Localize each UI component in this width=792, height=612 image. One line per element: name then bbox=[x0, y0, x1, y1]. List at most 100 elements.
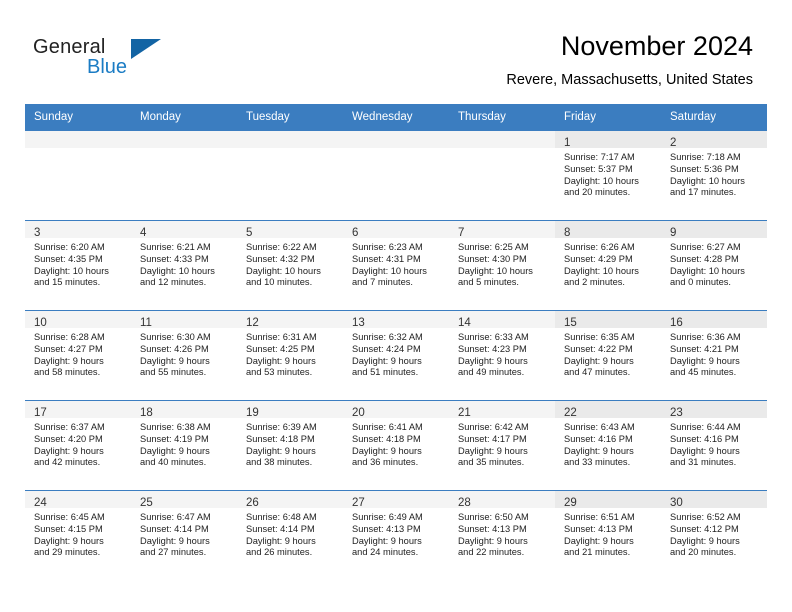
sunrise-text: Sunrise: 6:25 AM bbox=[458, 242, 529, 252]
day-number: 18 bbox=[140, 407, 153, 419]
sunrise-text: Sunrise: 6:38 AM bbox=[140, 422, 211, 432]
sunrise-text: Sunrise: 6:45 AM bbox=[34, 512, 105, 522]
day-cell[interactable]: 12 Sunrise: 6:31 AM Sunset: 4:25 PM Dayligh… bbox=[237, 310, 343, 400]
day-cell[interactable]: 3 Sunrise: 6:20 AM Sunset: 4:35 PM Daylight… bbox=[25, 220, 131, 310]
calendar-week-row: 3 Sunrise: 6:20 AM Sunset: 4:35 PM Daylight… bbox=[25, 220, 767, 310]
day-number: 1 bbox=[564, 137, 571, 149]
daylight-text-line2: and 55 minutes. bbox=[140, 367, 207, 378]
day-cell-empty bbox=[449, 130, 555, 220]
day-cell[interactable]: 25 Sunrise: 6:47 AM Sunset: 4:14 PM Dayligh… bbox=[131, 490, 237, 580]
daylight-text-line2: and 38 minutes. bbox=[246, 457, 313, 468]
sunset-text: Sunset: 4:22 PM bbox=[564, 343, 633, 354]
weekday-header-tuesday: Tuesday bbox=[237, 104, 343, 130]
daylight-text-line2: and 49 minutes. bbox=[458, 367, 525, 378]
day-number: 15 bbox=[564, 317, 577, 329]
sunrise-text: Sunrise: 6:44 AM bbox=[670, 422, 741, 432]
day-cell-empty bbox=[131, 130, 237, 220]
daylight-text-line2: and 20 minutes. bbox=[670, 547, 737, 558]
day-cell[interactable]: 2 Sunrise: 7:18 AM Sunset: 5:36 PM Daylight… bbox=[661, 130, 767, 220]
daylight-text-line2: and 0 minutes. bbox=[670, 277, 731, 288]
daylight-text-line1: Daylight: 10 hours bbox=[34, 265, 109, 276]
daylight-text-line1: Daylight: 9 hours bbox=[246, 445, 316, 456]
sunset-text: Sunset: 4:14 PM bbox=[140, 523, 209, 534]
sunrise-text: Sunrise: 6:26 AM bbox=[564, 242, 635, 252]
sunset-text: Sunset: 4:27 PM bbox=[34, 343, 103, 354]
day-cell[interactable]: 8 Sunrise: 6:26 AM Sunset: 4:29 PM Daylight… bbox=[555, 220, 661, 310]
day-cell[interactable]: 6 Sunrise: 6:23 AM Sunset: 4:31 PM Daylight… bbox=[343, 220, 449, 310]
weekday-header-row: Sunday Monday Tuesday Wednesday Thursday… bbox=[25, 104, 767, 130]
day-cell[interactable]: 18 Sunrise: 6:38 AM Sunset: 4:19 PM Dayligh… bbox=[131, 400, 237, 490]
day-cell[interactable]: 20 Sunrise: 6:41 AM Sunset: 4:18 PM Dayligh… bbox=[343, 400, 449, 490]
daylight-text-line1: Daylight: 9 hours bbox=[140, 355, 210, 366]
daylight-text-line2: and 31 minutes. bbox=[670, 457, 737, 468]
daylight-text-line1: Daylight: 10 hours bbox=[670, 265, 745, 276]
sunrise-text: Sunrise: 6:32 AM bbox=[352, 332, 423, 342]
day-cell[interactable]: 15 Sunrise: 6:35 AM Sunset: 4:22 PM Dayligh… bbox=[555, 310, 661, 400]
daylight-text-line2: and 21 minutes. bbox=[564, 547, 631, 558]
day-cell[interactable]: 16 Sunrise: 6:36 AM Sunset: 4:21 PM Dayligh… bbox=[661, 310, 767, 400]
day-cell[interactable]: 13 Sunrise: 6:32 AM Sunset: 4:24 PM Dayligh… bbox=[343, 310, 449, 400]
sunset-text: Sunset: 4:18 PM bbox=[246, 433, 315, 444]
day-cell[interactable]: 19 Sunrise: 6:39 AM Sunset: 4:18 PM Dayligh… bbox=[237, 400, 343, 490]
day-cell[interactable]: 4 Sunrise: 6:21 AM Sunset: 4:33 PM Daylight… bbox=[131, 220, 237, 310]
day-cell-empty bbox=[343, 130, 449, 220]
day-number: 8 bbox=[564, 227, 571, 239]
day-cell[interactable]: 7 Sunrise: 6:25 AM Sunset: 4:30 PM Daylight… bbox=[449, 220, 555, 310]
day-cell[interactable]: 24 Sunrise: 6:45 AM Sunset: 4:15 PM Dayligh… bbox=[25, 490, 131, 580]
daylight-text-line1: Daylight: 9 hours bbox=[34, 355, 104, 366]
daylight-text-line2: and 27 minutes. bbox=[140, 547, 207, 558]
sunset-text: Sunset: 4:13 PM bbox=[458, 523, 527, 534]
day-cell[interactable]: 28 Sunrise: 6:50 AM Sunset: 4:13 PM Dayligh… bbox=[449, 490, 555, 580]
sunset-text: Sunset: 4:35 PM bbox=[34, 253, 103, 264]
daylight-text-line2: and 47 minutes. bbox=[564, 367, 631, 378]
sunrise-text: Sunrise: 6:28 AM bbox=[34, 332, 105, 342]
sunrise-text: Sunrise: 6:27 AM bbox=[670, 242, 741, 252]
sunset-text: Sunset: 4:12 PM bbox=[670, 523, 739, 534]
daylight-text-line1: Daylight: 10 hours bbox=[352, 265, 427, 276]
day-number: 16 bbox=[670, 317, 683, 329]
day-number: 13 bbox=[352, 317, 365, 329]
daylight-text-line1: Daylight: 10 hours bbox=[246, 265, 321, 276]
page-subtitle: Revere, Massachusetts, United States bbox=[506, 72, 753, 88]
daylight-text-line2: and 26 minutes. bbox=[246, 547, 313, 558]
brand-logo[interactable]: General Blue bbox=[33, 36, 193, 86]
calendar-week-row: 24 Sunrise: 6:45 AM Sunset: 4:15 PM Dayligh… bbox=[25, 490, 767, 580]
day-cell[interactable]: 26 Sunrise: 6:48 AM Sunset: 4:14 PM Dayligh… bbox=[237, 490, 343, 580]
day-cell[interactable]: 21 Sunrise: 6:42 AM Sunset: 4:17 PM Dayligh… bbox=[449, 400, 555, 490]
day-cell[interactable]: 5 Sunrise: 6:22 AM Sunset: 4:32 PM Daylight… bbox=[237, 220, 343, 310]
day-cell[interactable]: 11 Sunrise: 6:30 AM Sunset: 4:26 PM Dayligh… bbox=[131, 310, 237, 400]
day-cell[interactable]: 1 Sunrise: 7:17 AM Sunset: 5:37 PM Daylight… bbox=[555, 130, 661, 220]
day-number: 5 bbox=[246, 227, 253, 239]
daylight-text-line1: Daylight: 10 hours bbox=[564, 265, 639, 276]
weekday-header-friday: Friday bbox=[555, 104, 661, 130]
daylight-text-line2: and 53 minutes. bbox=[246, 367, 313, 378]
day-cell[interactable]: 29 Sunrise: 6:51 AM Sunset: 4:13 PM Dayligh… bbox=[555, 490, 661, 580]
day-cell[interactable]: 9 Sunrise: 6:27 AM Sunset: 4:28 PM Daylight… bbox=[661, 220, 767, 310]
daylight-text-line2: and 42 minutes. bbox=[34, 457, 101, 468]
day-number: 29 bbox=[564, 497, 577, 509]
day-number: 20 bbox=[352, 407, 365, 419]
sunrise-text: Sunrise: 6:52 AM bbox=[670, 512, 741, 522]
sunrise-text: Sunrise: 6:23 AM bbox=[352, 242, 423, 252]
day-cell[interactable]: 23 Sunrise: 6:44 AM Sunset: 4:16 PM Dayligh… bbox=[661, 400, 767, 490]
daylight-text-line1: Daylight: 9 hours bbox=[140, 535, 210, 546]
day-cell[interactable]: 30 Sunrise: 6:52 AM Sunset: 4:12 PM Dayligh… bbox=[661, 490, 767, 580]
sunrise-text: Sunrise: 6:41 AM bbox=[352, 422, 423, 432]
weekday-header-monday: Monday bbox=[131, 104, 237, 130]
sunset-text: Sunset: 4:18 PM bbox=[352, 433, 421, 444]
day-cell[interactable]: 17 Sunrise: 6:37 AM Sunset: 4:20 PM Dayligh… bbox=[25, 400, 131, 490]
daylight-text-line2: and 35 minutes. bbox=[458, 457, 525, 468]
calendar-page: General Blue November 2024 Revere, Massa… bbox=[0, 0, 792, 612]
calendar-body: 1 Sunrise: 7:17 AM Sunset: 5:37 PM Daylight… bbox=[25, 130, 767, 580]
day-cell[interactable]: 22 Sunrise: 6:43 AM Sunset: 4:16 PM Dayligh… bbox=[555, 400, 661, 490]
sunset-text: Sunset: 4:13 PM bbox=[564, 523, 633, 534]
day-number: 28 bbox=[458, 497, 471, 509]
sunset-text: Sunset: 4:30 PM bbox=[458, 253, 527, 264]
day-cell[interactable]: 10 Sunrise: 6:28 AM Sunset: 4:27 PM Dayligh… bbox=[25, 310, 131, 400]
day-cell[interactable]: 14 Sunrise: 6:33 AM Sunset: 4:23 PM Dayligh… bbox=[449, 310, 555, 400]
calendar-week-row: 17 Sunrise: 6:37 AM Sunset: 4:20 PM Dayligh… bbox=[25, 400, 767, 490]
daylight-text-line2: and 12 minutes. bbox=[140, 277, 207, 288]
sunrise-text: Sunrise: 6:31 AM bbox=[246, 332, 317, 342]
day-cell[interactable]: 27 Sunrise: 6:49 AM Sunset: 4:13 PM Dayligh… bbox=[343, 490, 449, 580]
weekday-header-wednesday: Wednesday bbox=[343, 104, 449, 130]
